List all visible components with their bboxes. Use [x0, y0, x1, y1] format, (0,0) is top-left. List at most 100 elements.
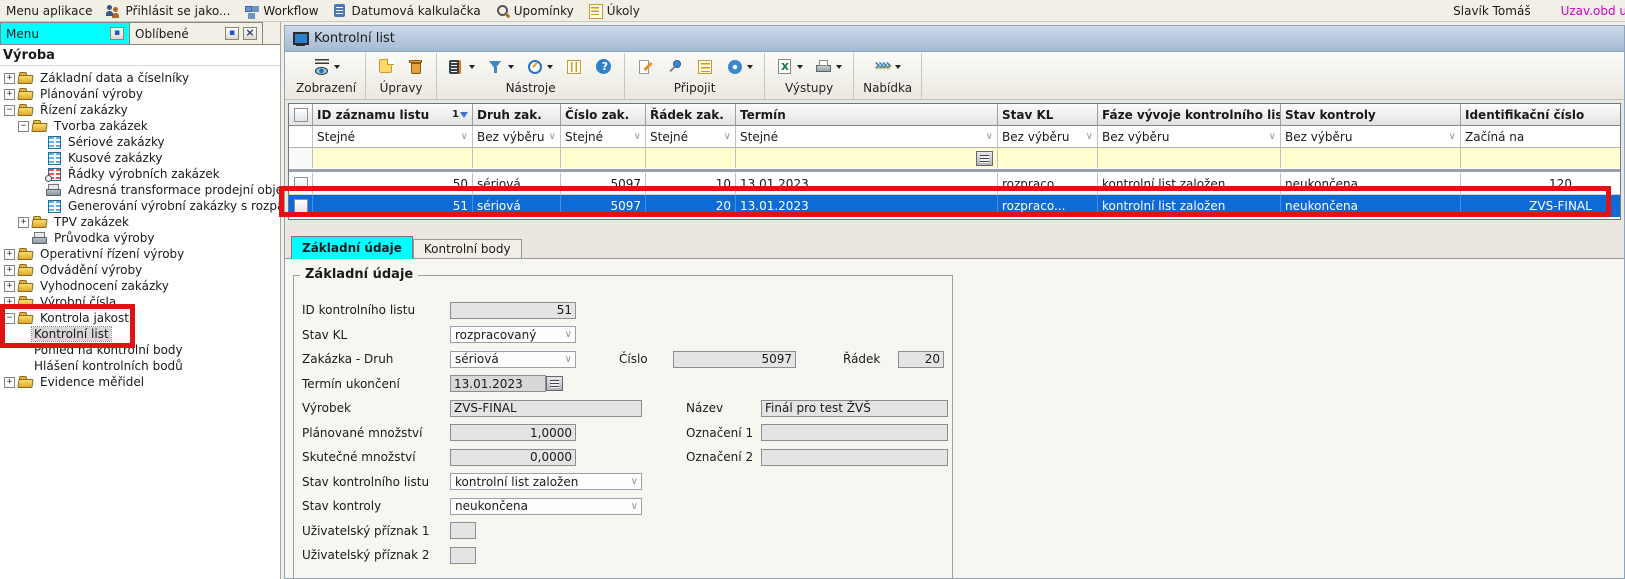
menu-item-upominky[interactable]: Upomínky	[495, 4, 574, 18]
tree-item-generovani-vyrobni-zakazky-s-rozpa[interactable]: Generování výrobní zakázky s rozpa	[0, 198, 280, 214]
menu-item-ukoly[interactable]: Úkoly	[588, 4, 640, 18]
field-stav-kl[interactable]: rozpracovaný∨	[450, 326, 576, 343]
col-header-stav-kl[interactable]: Stav KL	[998, 104, 1098, 126]
col-header-identifikacni-cislo[interactable]: Identifikační číslo	[1461, 104, 1621, 126]
filter-combo[interactable]: Bez výběru∨	[477, 126, 556, 147]
quickfilter-termin[interactable]	[736, 148, 998, 168]
expand-toggle-icon[interactable]: −	[18, 121, 29, 132]
quickfilter-identifikacni-cislo[interactable]	[1461, 148, 1621, 168]
media-button[interactable]	[724, 57, 755, 77]
quickfilter-faze-vyvoje-kontrolniho-listu[interactable]	[1098, 148, 1281, 168]
tree-item-kontrolni-list[interactable]: Kontrolní list	[0, 326, 280, 342]
menu-more-button[interactable]	[872, 57, 903, 77]
col-header-stav-kontroly[interactable]: Stav kontroly	[1281, 104, 1461, 126]
tab-zakladni-udaje[interactable]: Základní údaje	[291, 236, 413, 259]
tree-item-radky-vyrobnich-zakazek[interactable]: Řádky výrobních zakázek	[0, 166, 280, 182]
row-checkbox-cell[interactable]	[289, 173, 313, 194]
col-header-cislo-zak[interactable]: Číslo zak.	[561, 104, 646, 126]
pin-button[interactable]	[664, 57, 686, 77]
filter-identifikacni-cislo[interactable]: Začíná na∨	[1461, 126, 1621, 148]
filter-combo[interactable]: Stejné∨	[317, 126, 468, 147]
expand-toggle-icon[interactable]: +	[4, 73, 15, 84]
filter-cislo-zak[interactable]: Stejné∨	[561, 126, 646, 148]
tree-item-zakladni-data-a-ciselniky[interactable]: +Základní data a číselníky	[0, 70, 280, 86]
filter-id-zaznamu-listu[interactable]: Stejné∨	[313, 126, 473, 148]
table-row[interactable]: 51sériová50972013.01.2023rozpraco...kont…	[289, 195, 1621, 217]
tree-item-vyhodnoceni-zakazky[interactable]: +Vyhodnocení zakázky	[0, 278, 280, 294]
tab-kontrolni-body[interactable]: Kontrolní body	[413, 239, 522, 258]
expand-toggle-icon[interactable]: +	[4, 265, 15, 276]
row-checkbox-cell[interactable]	[289, 195, 313, 217]
filter-combo[interactable]: Bez výběru∨	[1285, 126, 1456, 147]
delete-button[interactable]	[405, 57, 427, 77]
select-all-checkbox[interactable]	[294, 108, 308, 122]
filter-stav-kl[interactable]: Bez výběru∨	[998, 126, 1098, 148]
menu-item-workflow[interactable]: Workflow	[244, 4, 318, 18]
calendar-button[interactable]	[976, 151, 993, 166]
filter-combo[interactable]: Stejné∨	[565, 126, 641, 147]
col-header-select[interactable]	[289, 104, 313, 126]
row-checkbox[interactable]	[294, 177, 308, 191]
quickfilter-stav-kontroly[interactable]	[1281, 148, 1461, 168]
col-header-faze-vyvoje-kontrolniho-listu[interactable]: Fáze vývoje kontrolního listu	[1098, 104, 1281, 126]
row-checkbox[interactable]	[294, 199, 308, 213]
filter-termin[interactable]: Stejné∨	[736, 126, 998, 148]
field-stav-kontroly[interactable]: neukončena∨	[450, 498, 642, 515]
col-header-termin[interactable]: Termín	[736, 104, 998, 126]
help-button[interactable]	[593, 57, 615, 77]
tree-item-kontrola-jakosti[interactable]: −Kontrola jakosti	[0, 310, 280, 326]
panel-collapse-button[interactable]: ▪	[110, 27, 124, 40]
expand-toggle-icon[interactable]: −	[4, 313, 15, 324]
col-header-druh-zak[interactable]: Druh zak.	[473, 104, 561, 126]
expand-toggle-icon[interactable]: +	[4, 377, 15, 388]
expand-toggle-icon[interactable]: +	[4, 249, 15, 260]
note-button[interactable]	[634, 57, 656, 77]
col-header-radek-zak[interactable]: Řádek zak.	[646, 104, 736, 126]
date-input[interactable]: 13.01.2023	[450, 375, 546, 392]
tree-item-pruvodka-vyroby[interactable]: Průvodka výroby	[0, 230, 280, 246]
sidebar-tab-menu[interactable]: Menu ▪	[0, 22, 130, 45]
sort-button[interactable]	[446, 57, 477, 77]
tree-item-adresna-transformace-prodejni-obje[interactable]: Adresná transformace prodejní obje	[0, 182, 280, 198]
expand-toggle-icon[interactable]: +	[4, 297, 15, 308]
filter-radek-zak[interactable]: Stejné∨	[646, 126, 736, 148]
filter-combo[interactable]: Bez výběru∨	[1002, 126, 1093, 147]
field-stav-kontrolniho-listu[interactable]: kontrolní list založen∨	[450, 473, 642, 490]
closed-period-link[interactable]: Uzav.obd u	[1561, 4, 1625, 18]
filter-combo[interactable]: Bez výběru∨	[1102, 126, 1276, 147]
menu-item-datumova-kalkulacka[interactable]: Datumová kalkulačka	[333, 4, 481, 18]
tree-item-tpv-zakazek[interactable]: +TPV zakázek	[0, 214, 280, 230]
quickfilter-radek-zak[interactable]	[646, 148, 736, 168]
filter-stav-kontroly[interactable]: Bez výběru∨	[1281, 126, 1461, 148]
calendar-button[interactable]	[546, 376, 563, 391]
edit-button[interactable]	[375, 57, 397, 77]
excel-export-button[interactable]	[774, 57, 805, 77]
filter-faze-vyvoje-kontrolniho-listu[interactable]: Bez výběru∨	[1098, 126, 1281, 148]
tree-item-evidence-meridel[interactable]: +Evidence měřidel	[0, 374, 280, 390]
tree-item-hlaseni-kontrolnich-bodu[interactable]: Hlášení kontrolních bodů	[0, 358, 280, 374]
close-icon[interactable]: ×	[243, 27, 257, 40]
menu-item-menu-aplikace[interactable]: Menu aplikace	[6, 4, 92, 18]
col-header-id-zaznamu-listu[interactable]: ID záznamu listu1	[313, 104, 473, 126]
menu-item-prihlasit-se-jako[interactable]: Přihlásit se jako...	[106, 4, 230, 18]
tree-item-pohled-na-kontrolni-body[interactable]: Pohled na kontrolní body	[0, 342, 280, 358]
view-button[interactable]	[311, 57, 342, 77]
print-button[interactable]	[813, 57, 844, 77]
tree-item-odvadeni-vyroby[interactable]: +Odvádění výroby	[0, 262, 280, 278]
tree-item-planovani-vyroby[interactable]: +Plánování výroby	[0, 86, 280, 102]
panel-collapse-button[interactable]: ▪	[225, 27, 239, 40]
filter-button[interactable]	[485, 57, 516, 77]
sidebar-tab-oblibene[interactable]: Oblíbené ▪ ×	[130, 22, 263, 45]
filter-combo[interactable]: Stejné∨	[650, 126, 731, 147]
timer-button[interactable]	[524, 57, 555, 77]
expand-toggle-icon[interactable]: +	[18, 217, 29, 228]
tree-item-operativni-rizeni-vyroby[interactable]: +Operativní řízení výroby	[0, 246, 280, 262]
tree-item-vyrobni-cisla[interactable]: +Výrobní čísla	[0, 294, 280, 310]
quickfilter-druh-zak[interactable]	[473, 148, 561, 168]
filter-combo[interactable]: Stejné∨	[740, 126, 993, 147]
tree-item-tvorba-zakazek[interactable]: −Tvorba zakázek	[0, 118, 280, 134]
expand-toggle-icon[interactable]: −	[4, 105, 15, 116]
expand-toggle-icon[interactable]: +	[4, 89, 15, 100]
tree-item-rizeni-zakazky[interactable]: −Řízení zakázky	[0, 102, 280, 118]
checklist-button[interactable]	[694, 57, 716, 77]
